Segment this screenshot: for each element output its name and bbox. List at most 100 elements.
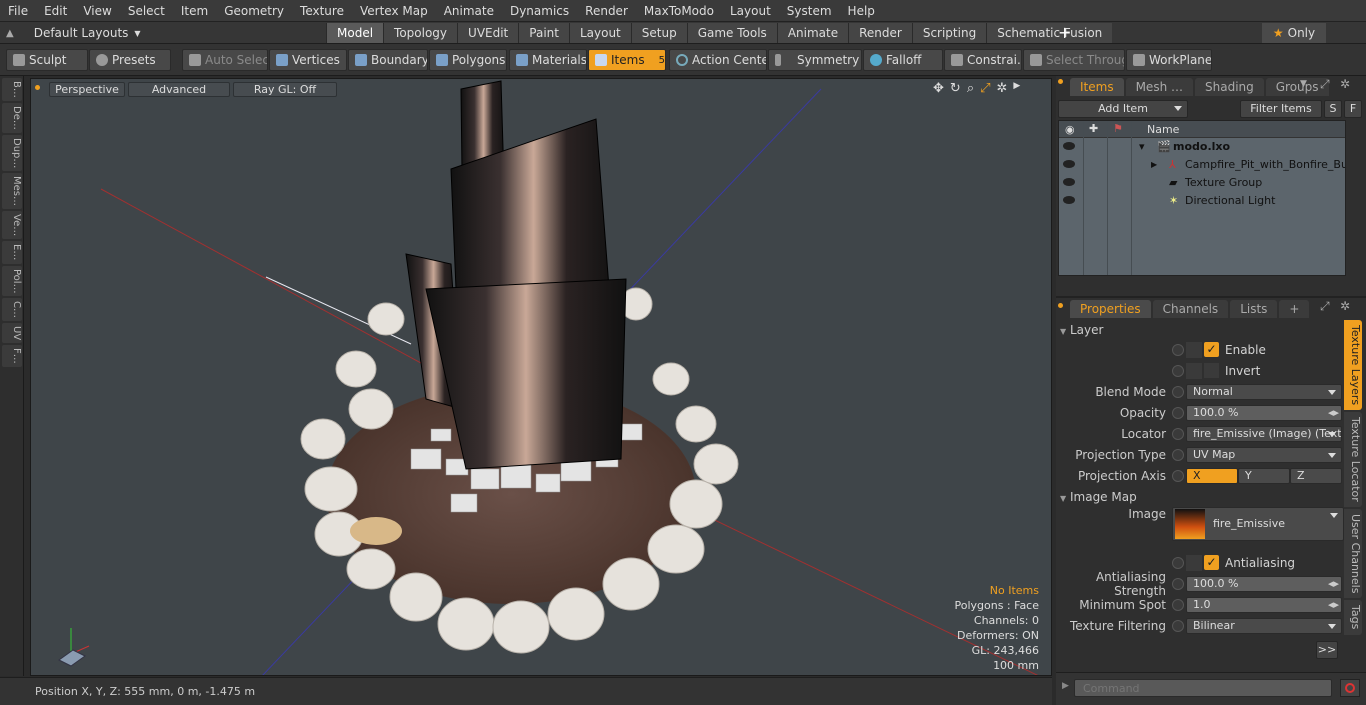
blend-mode-select[interactable]: Normal — [1186, 383, 1342, 400]
polygons-button[interactable]: Polygons — [429, 49, 507, 71]
left-tab[interactable]: Ve… — [2, 211, 22, 240]
mode-tab-animate[interactable]: Animate — [776, 23, 849, 43]
move-view-icon[interactable]: ✥ — [933, 81, 944, 96]
mode-tab-render[interactable]: Render — [848, 23, 912, 43]
props-gear-icon[interactable]: ✲ — [1340, 299, 1350, 313]
expand-icon[interactable]: ▾ — [1139, 138, 1145, 156]
tex-filter-select[interactable]: Bilinear — [1186, 617, 1342, 634]
record-button[interactable] — [1340, 679, 1360, 697]
add-tab-button[interactable]: + — [1058, 22, 1071, 44]
boundary-button[interactable]: Boundary — [348, 49, 428, 71]
3d-viewport[interactable]: Perspective Advanced Ray GL: Off ✥ ↻ ⌕ ⤢… — [30, 78, 1052, 676]
raygl-button[interactable]: Ray GL: Off — [233, 82, 337, 97]
menu-edit[interactable]: Edit — [36, 0, 75, 22]
f-button[interactable]: F — [1344, 100, 1362, 118]
workplane-button[interactable]: WorkPlane — [1126, 49, 1212, 71]
menu-dynamics[interactable]: Dynamics — [502, 0, 577, 22]
mode-tab-layout[interactable]: Layout — [568, 23, 631, 43]
left-tab[interactable]: Mes… — [2, 173, 22, 210]
enable-checkbox[interactable]: ✓ — [1204, 342, 1219, 357]
filter-items-button[interactable]: Filter Items — [1240, 100, 1322, 118]
command-expand-icon[interactable]: ▶ — [1062, 681, 1069, 691]
command-input[interactable] — [1074, 679, 1332, 697]
item-row-texture-group[interactable]: ▰ Texture Group — [1059, 174, 1345, 192]
zoom-view-icon[interactable]: ⌕ — [967, 81, 974, 96]
props-maximize-icon[interactable]: ⤢ — [1320, 299, 1330, 314]
layouts-dropdown[interactable]: ▲ Default Layouts ▼ — [6, 22, 141, 44]
items-button[interactable]: Items 5 — [588, 49, 666, 71]
eye-icon[interactable] — [1063, 142, 1075, 150]
eye-icon[interactable] — [1063, 196, 1075, 204]
mode-tab-game-tools[interactable]: Game Tools — [686, 23, 777, 43]
vertices-button[interactable]: Vertices1 — [269, 49, 347, 71]
side-tab[interactable]: Texture Locator — [1344, 412, 1362, 507]
menu-file[interactable]: File — [0, 0, 36, 22]
side-tab[interactable]: Texture Layers — [1344, 320, 1362, 411]
fit-view-icon[interactable]: ⤢ — [980, 81, 990, 96]
invert-checkbox[interactable] — [1204, 363, 1219, 378]
viewport-menu-icon[interactable]: ▶ — [1013, 81, 1020, 96]
more-button[interactable]: >> — [1316, 641, 1338, 659]
left-tab[interactable]: De… — [2, 102, 22, 133]
props-tab[interactable]: Lists — [1230, 300, 1278, 318]
constraints-button[interactable]: Constrai… — [944, 49, 1022, 71]
left-tab[interactable]: C… — [2, 298, 22, 322]
left-tab[interactable]: Pol… — [2, 265, 22, 297]
image-select[interactable]: fire_Emissive — [1172, 507, 1344, 541]
mode-tab-schematic-fusion[interactable]: Schematic Fusion — [986, 23, 1113, 43]
sculpt-button[interactable]: Sculpt — [6, 49, 88, 71]
menu-item[interactable]: Item — [173, 0, 216, 22]
action-center-button[interactable]: Action Center — [669, 49, 767, 71]
items-tab[interactable]: Shading — [1195, 78, 1264, 96]
left-tab[interactable]: E… — [2, 241, 22, 264]
axis-y-button[interactable]: Y — [1238, 467, 1290, 484]
mode-tab-topology[interactable]: Topology — [383, 23, 458, 43]
mode-tab-scripting[interactable]: Scripting — [911, 23, 987, 43]
items-tab[interactable]: Items — [1070, 78, 1124, 96]
presets-button[interactable]: Presets — [89, 49, 171, 71]
s-button[interactable]: S — [1324, 100, 1342, 118]
eye-icon[interactable] — [1063, 178, 1075, 186]
menu-help[interactable]: Help — [840, 0, 883, 22]
menu-vertex-map[interactable]: Vertex Map — [352, 0, 436, 22]
eye-icon[interactable] — [1063, 160, 1075, 168]
left-tab[interactable]: B… — [2, 78, 22, 101]
antialiasing-checkbox[interactable]: ✓ — [1204, 555, 1219, 570]
mode-tab-paint[interactable]: Paint — [518, 23, 569, 43]
panel-gear-icon[interactable]: ✲ — [1340, 77, 1350, 91]
mode-tab-model[interactable]: Model — [326, 23, 384, 43]
add-props-tab-button[interactable]: + — [1279, 300, 1310, 318]
menu-geometry[interactable]: Geometry — [216, 0, 292, 22]
menu-select[interactable]: Select — [120, 0, 173, 22]
opacity-field[interactable]: 100.0 % ◂▸ — [1186, 404, 1342, 421]
props-tab[interactable]: Properties — [1070, 300, 1151, 318]
materials-button[interactable]: Materials — [509, 49, 587, 71]
props-tab[interactable]: Channels — [1152, 300, 1229, 318]
auto-select-button[interactable]: Auto Select — [182, 49, 268, 71]
mode-tab-setup[interactable]: Setup — [630, 23, 687, 43]
gear-icon[interactable]: ✲ — [997, 81, 1008, 96]
axis-x-button[interactable]: X — [1186, 467, 1238, 484]
menu-system[interactable]: System — [779, 0, 840, 22]
tabs-chevron-icon[interactable]: ▼ — [1300, 79, 1307, 89]
symmetry-button[interactable]: Symmetry — [768, 49, 862, 71]
advanced-button[interactable]: Advanced — [128, 82, 230, 97]
left-tab[interactable]: Dup… — [2, 134, 22, 172]
axis-z-button[interactable]: Z — [1290, 467, 1342, 484]
menu-animate[interactable]: Animate — [436, 0, 502, 22]
layer-section[interactable]: ▼ Layer — [1060, 323, 1103, 337]
expand-icon[interactable]: ▶ — [1151, 156, 1157, 174]
falloff-button[interactable]: Falloff — [863, 49, 943, 71]
mode-tab-uvedit[interactable]: UVEdit — [457, 23, 519, 43]
item-row-campfire[interactable]: ▶ ⅄ Campfire_Pit_with_Bonfire_Bu … — [1059, 156, 1345, 174]
menu-maxtomodo[interactable]: MaxToModo — [636, 0, 722, 22]
image-map-section[interactable]: ▼ Image Map — [1060, 490, 1137, 504]
left-tab[interactable]: UV — [2, 323, 22, 344]
side-tab[interactable]: User Channels — [1344, 508, 1362, 599]
items-tab[interactable]: Mesh … — [1125, 78, 1193, 96]
min-spot-field[interactable]: 1.0 ◂▸ — [1186, 596, 1342, 613]
rotate-view-icon[interactable]: ↻ — [950, 81, 961, 96]
side-tab[interactable]: Tags — [1344, 600, 1362, 635]
menu-view[interactable]: View — [75, 0, 119, 22]
select-through-button[interactable]: Select Through — [1023, 49, 1125, 71]
